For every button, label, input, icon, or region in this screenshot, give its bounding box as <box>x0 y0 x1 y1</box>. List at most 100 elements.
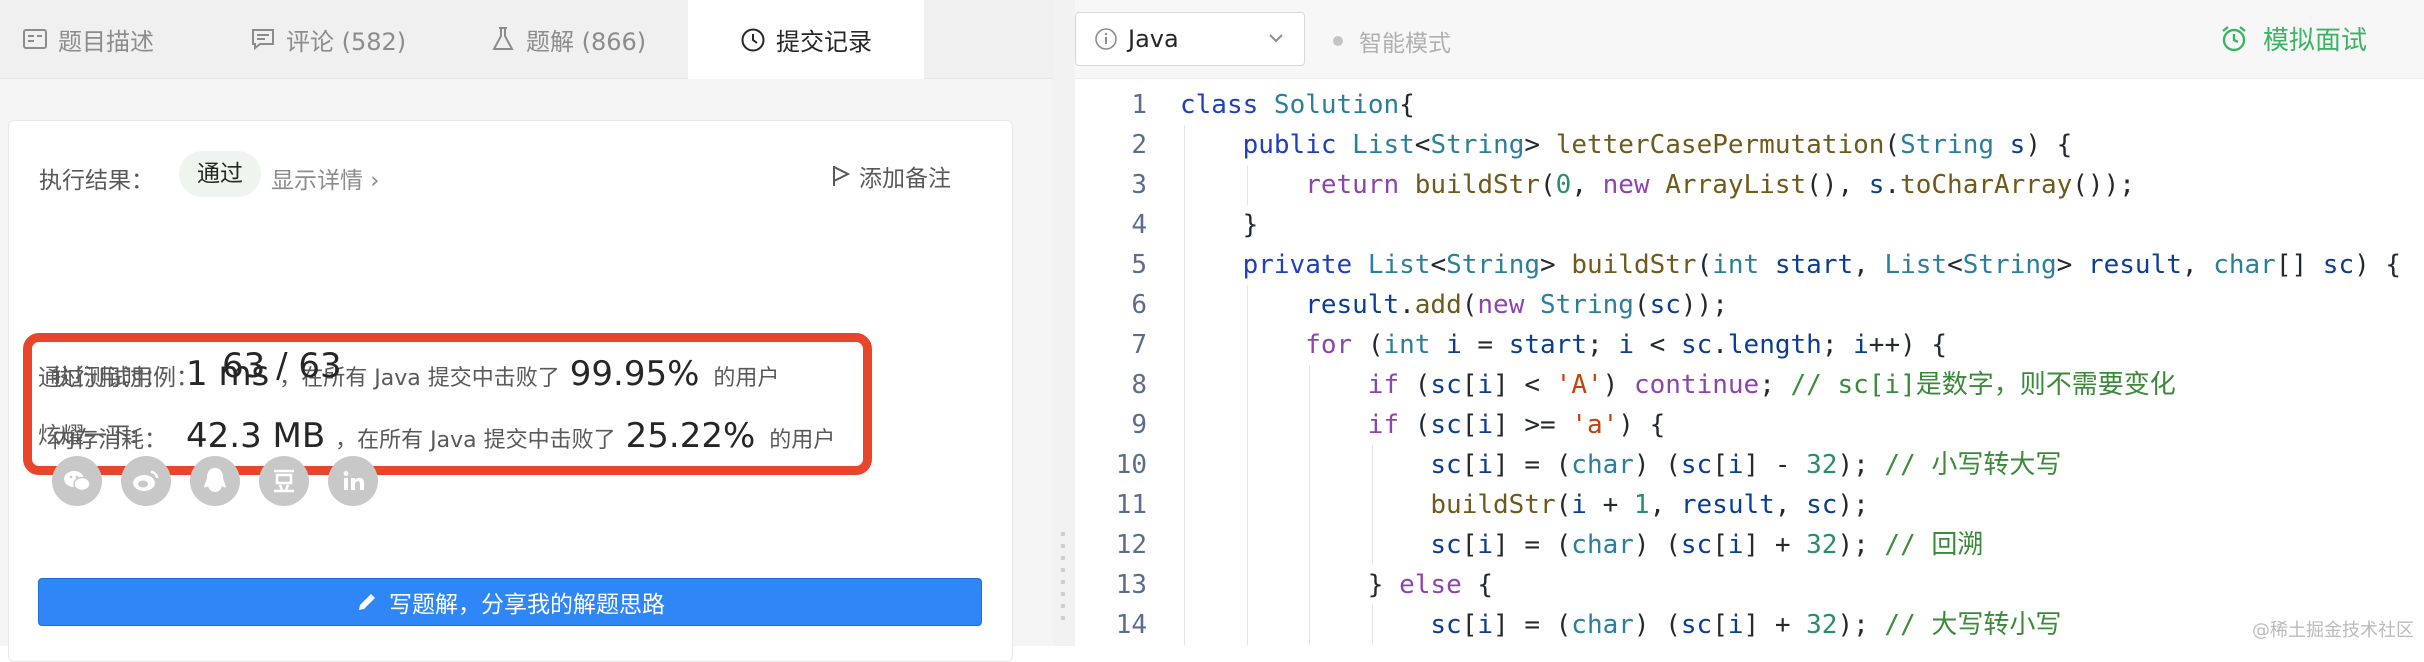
code-editor[interactable]: 1 class Solution{2 public List<String> let… <box>1075 80 2424 646</box>
tab-solutions[interactable]: 题解 (866) <box>490 0 646 78</box>
code-token: ( <box>1633 290 1650 320</box>
code-token: sc <box>1430 450 1462 480</box>
chevron-down-icon <box>1269 34 1283 43</box>
indent-guide <box>1246 165 1248 205</box>
code-token: sc <box>1680 450 1713 480</box>
douban-icon[interactable] <box>259 456 309 506</box>
indent-guide <box>1371 605 1373 645</box>
runtime-tail: 的用户 <box>713 366 780 391</box>
tab-comments[interactable]: 评论 (582) <box>250 0 406 78</box>
tab-description[interactable]: 题目描述 <box>22 0 154 78</box>
code-token: ) <box>1602 370 1634 400</box>
code-token: class <box>1180 90 1274 120</box>
code-token: . <box>1884 170 1901 200</box>
code-token: buildStr <box>1430 490 1556 520</box>
code-token: , <box>1774 490 1807 520</box>
status-badge: 通过 <box>179 151 261 197</box>
status-dot <box>1333 36 1343 46</box>
code-token: i <box>1727 450 1744 480</box>
code-token: ] >= <box>1493 410 1572 440</box>
smart-mode-toggle[interactable]: 智能模式 <box>1333 24 1451 58</box>
code-token: ( <box>1696 250 1713 280</box>
code-line: 11 buildStr(i + 1, result, sc); <box>1075 485 2424 525</box>
code-token: 1 <box>1633 490 1650 520</box>
memory-tail: 的用户 <box>769 428 836 453</box>
code-token: . <box>1712 330 1728 360</box>
code-token: else <box>1399 570 1478 600</box>
indent-guide <box>1184 205 1185 245</box>
code-token: char <box>2213 250 2276 280</box>
code-token: char <box>1571 610 1634 640</box>
code-token: sc <box>1430 610 1462 640</box>
code-token: { <box>1477 570 1494 600</box>
add-note-button[interactable]: 添加备注 <box>831 159 951 193</box>
code-token: [ <box>1461 370 1478 400</box>
code-token: , <box>1853 250 1885 280</box>
indent-guide <box>1184 125 1185 165</box>
code-token: result <box>1680 490 1775 520</box>
wechat-icon[interactable] <box>52 456 102 506</box>
code-token: ); <box>1837 490 1869 520</box>
code-token: continue <box>1633 370 1760 400</box>
code-token: s <box>1868 170 1885 200</box>
indent-guide <box>1246 445 1248 485</box>
code-token: > <box>1540 250 1572 280</box>
show-details-link[interactable]: 显示详情 › <box>271 161 380 195</box>
mock-interview-button[interactable]: 模拟面试 <box>2219 20 2367 57</box>
line-number: 8 <box>1131 370 1147 400</box>
document-icon <box>22 26 48 52</box>
resize-handle[interactable] <box>1061 532 1065 622</box>
code-token: < <box>1414 130 1431 160</box>
code-token: { <box>1399 90 1415 120</box>
line-number: 3 <box>1131 170 1147 200</box>
code-token: i <box>1477 370 1494 400</box>
line-content: private List<String> buildStr(int start,… <box>1243 245 2401 285</box>
code-token: ; <box>1759 370 1791 400</box>
code-token: length <box>1727 330 1822 360</box>
line-number: 13 <box>1115 570 1147 600</box>
language-select[interactable]: Java <box>1075 12 1305 66</box>
info-icon <box>1095 28 1117 50</box>
indent-guide <box>1184 165 1185 205</box>
code-token: ] = ( <box>1493 450 1572 480</box>
code-token: i <box>1477 450 1494 480</box>
code-token: ( <box>1884 130 1901 160</box>
code-token: ] < <box>1493 370 1556 400</box>
code-token: List <box>1352 130 1415 160</box>
indent-guide <box>1184 485 1185 525</box>
qq-icon[interactable] <box>190 456 240 506</box>
write-solution-button[interactable]: 写题解，分享我的解题思路 <box>38 578 982 626</box>
alarm-clock-icon <box>2222 25 2246 51</box>
tab-submissions[interactable]: 提交记录 <box>688 0 924 79</box>
indent-guide <box>1309 405 1311 445</box>
code-token: new <box>1477 290 1541 320</box>
line-content: return buildStr(0, new ArrayList(), s.to… <box>1305 165 2135 205</box>
code-token: } <box>1242 210 1259 240</box>
code-token: 32 <box>1806 530 1838 560</box>
code-token: ] - <box>1743 450 1807 480</box>
indent-guide <box>1246 605 1248 645</box>
memory-row: 内存消耗： 42.3 MB ，在所有 Java 提交中击败了 25.22% 的用… <box>52 416 835 456</box>
share-label: 炫耀一下: <box>38 423 138 449</box>
linkedin-icon[interactable] <box>328 456 378 506</box>
code-token: ( <box>1367 330 1384 360</box>
code-token: List <box>1367 250 1431 280</box>
indent-guide <box>1246 285 1248 325</box>
indent-guide <box>1246 525 1248 565</box>
pencil-icon <box>359 594 375 610</box>
share-icons <box>52 456 378 506</box>
code-token: i <box>1853 330 1869 360</box>
line-number: 14 <box>1115 610 1147 640</box>
code-token: ) ( <box>1633 610 1681 640</box>
language-value: Java <box>1128 25 1179 53</box>
code-line: 14 sc[i] = (char) (sc[i] + 32); // 大写转小写 <box>1075 605 2424 645</box>
code-token: 32 <box>1806 450 1838 480</box>
code-token: [] <box>2275 250 2323 280</box>
code-token: s <box>2009 130 2026 160</box>
weibo-icon[interactable] <box>121 456 171 506</box>
code-token: i <box>1727 610 1744 640</box>
indent-guide <box>1184 605 1185 645</box>
code-line: 6 result.add(new String(sc)); <box>1075 285 2424 325</box>
